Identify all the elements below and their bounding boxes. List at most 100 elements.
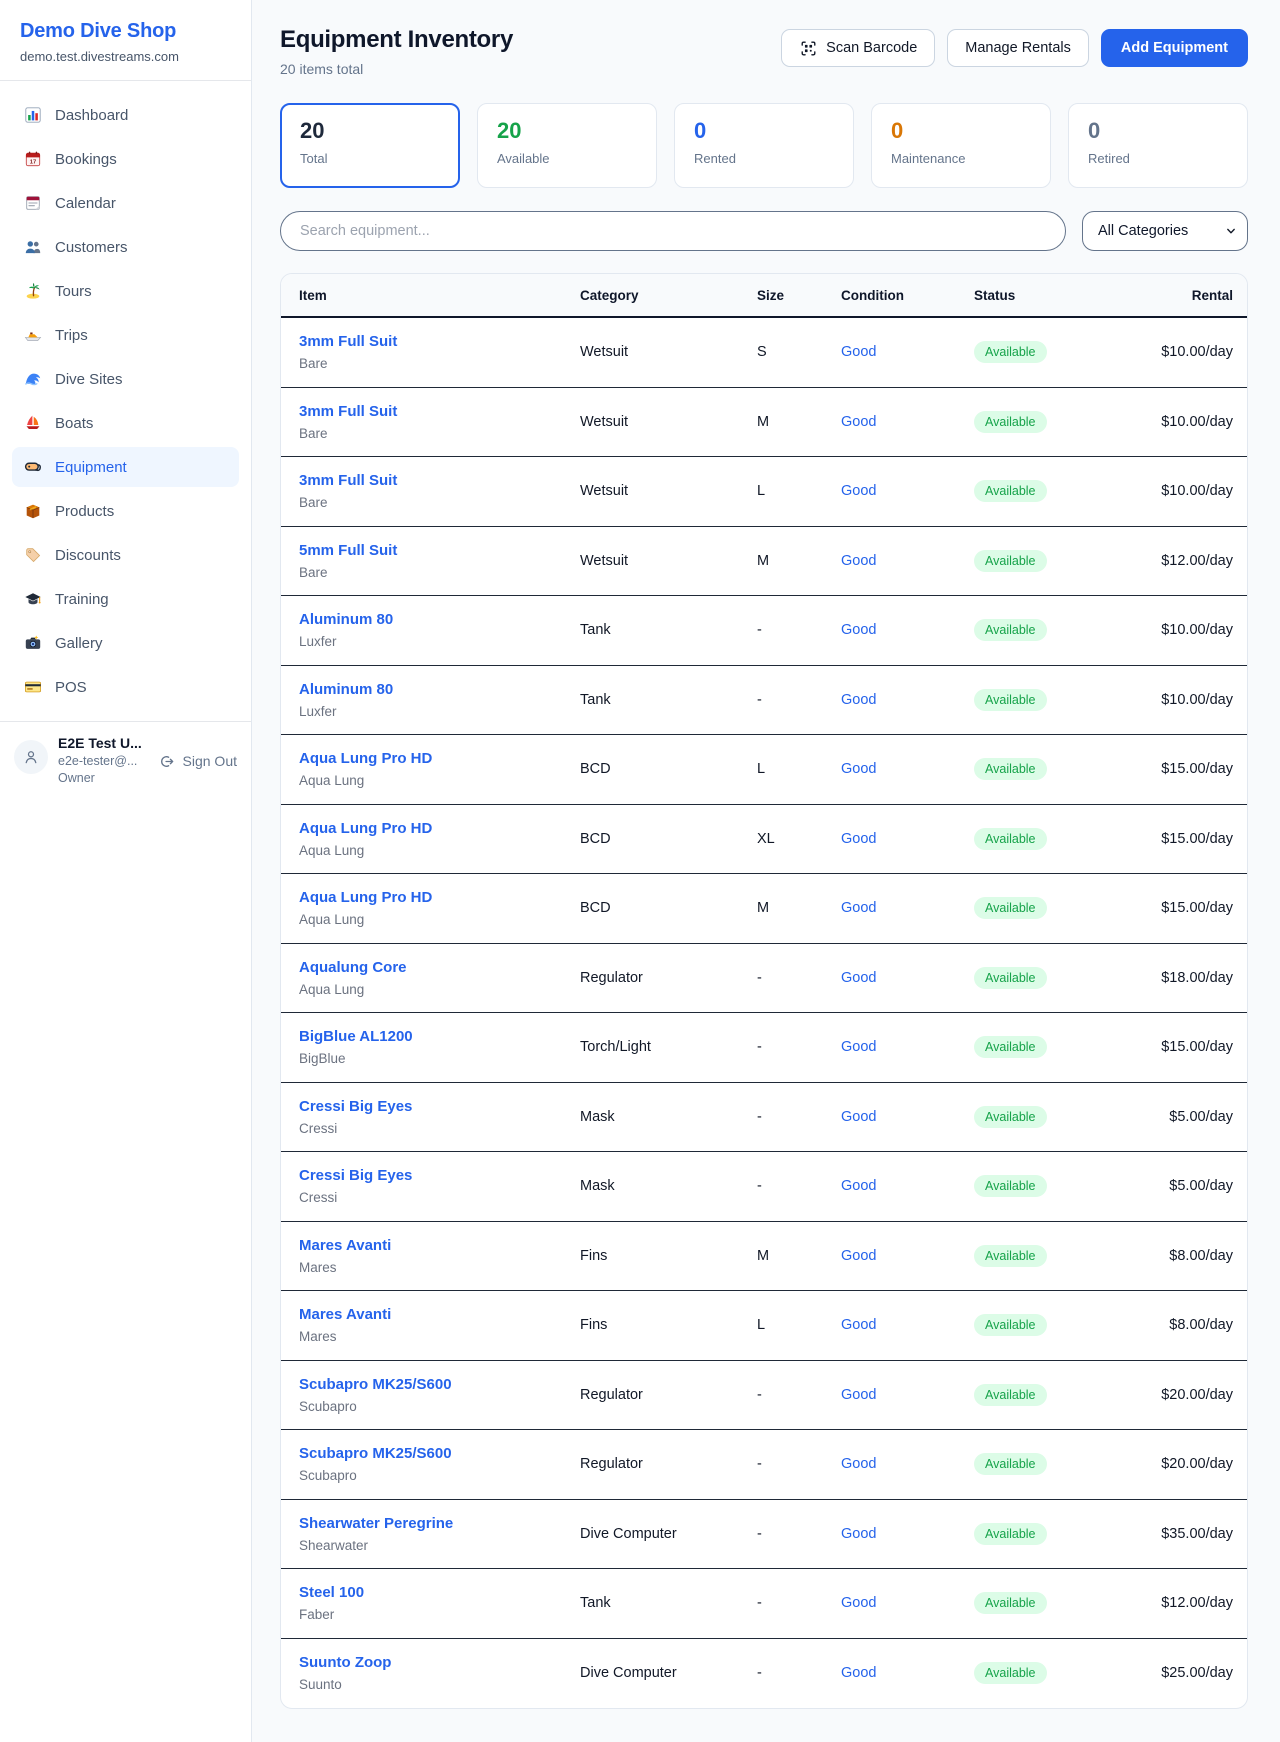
- scan-barcode-label: Scan Barcode: [826, 40, 917, 56]
- filter-row: All Categories: [280, 211, 1248, 251]
- condition-link[interactable]: Good: [841, 1595, 974, 1611]
- item-link[interactable]: Cressi Big Eyes: [299, 1167, 580, 1186]
- item-link[interactable]: Suunto Zoop: [299, 1654, 580, 1673]
- sidebar-item-training[interactable]: Training: [12, 579, 239, 619]
- item-brand: Shearwater: [299, 1538, 580, 1553]
- status-badge: Available: [974, 550, 1047, 572]
- size-cell: -: [757, 622, 841, 638]
- condition-link[interactable]: Good: [841, 553, 974, 569]
- sidebar-header: Demo Dive Shop demo.test.divestreams.com: [0, 0, 251, 81]
- item-link[interactable]: Aqua Lung Pro HD: [299, 820, 580, 839]
- condition-link[interactable]: Good: [841, 344, 974, 360]
- sidebar-item-boats[interactable]: Boats: [12, 403, 239, 443]
- size-cell: -: [757, 1595, 841, 1611]
- item-link[interactable]: Aqua Lung Pro HD: [299, 889, 580, 908]
- condition-link[interactable]: Good: [841, 692, 974, 708]
- condition-link[interactable]: Good: [841, 1456, 974, 1472]
- category-cell: BCD: [580, 761, 757, 777]
- rental-cell: $15.00/day: [1134, 761, 1233, 777]
- stat-card-total[interactable]: 20 Total: [280, 103, 460, 188]
- size-cell: -: [757, 692, 841, 708]
- condition-link[interactable]: Good: [841, 1039, 974, 1055]
- rental-cell: $15.00/day: [1134, 1039, 1233, 1055]
- sidebar-item-trips[interactable]: Trips: [12, 315, 239, 355]
- sidebar-item-gallery[interactable]: Gallery: [12, 623, 239, 663]
- sidebar-item-discounts[interactable]: Discounts: [12, 535, 239, 575]
- item-cell: Aluminum 80 Luxfer: [299, 681, 580, 719]
- category-cell: Tank: [580, 692, 757, 708]
- item-link[interactable]: Aluminum 80: [299, 681, 580, 700]
- item-link[interactable]: Shearwater Peregrine: [299, 1515, 580, 1534]
- sidebar-item-customers[interactable]: Customers: [12, 227, 239, 267]
- stat-card-maintenance[interactable]: 0 Maintenance: [871, 103, 1051, 188]
- rental-cell: $35.00/day: [1134, 1526, 1233, 1542]
- condition-link[interactable]: Good: [841, 1665, 974, 1681]
- item-cell: 3mm Full Suit Bare: [299, 472, 580, 510]
- sidebar-item-calendar[interactable]: Calendar: [12, 183, 239, 223]
- rental-cell: $15.00/day: [1134, 831, 1233, 847]
- condition-link[interactable]: Good: [841, 1387, 974, 1403]
- stat-card-retired[interactable]: 0 Retired: [1068, 103, 1248, 188]
- status-badge: Available: [974, 897, 1047, 919]
- condition-link[interactable]: Good: [841, 622, 974, 638]
- status-cell: Available: [974, 1175, 1134, 1197]
- sidebar-item-dive-sites[interactable]: Dive Sites: [12, 359, 239, 399]
- sidebar-item-equipment[interactable]: Equipment: [12, 447, 239, 487]
- condition-link[interactable]: Good: [841, 761, 974, 777]
- item-link[interactable]: Aluminum 80: [299, 611, 580, 630]
- stat-card-rented[interactable]: 0 Rented: [674, 103, 854, 188]
- item-link[interactable]: Aqua Lung Pro HD: [299, 750, 580, 769]
- condition-link[interactable]: Good: [841, 1317, 974, 1333]
- equipment-table: Item Category Size Condition Status Rent…: [280, 273, 1248, 1709]
- item-link[interactable]: Mares Avanti: [299, 1306, 580, 1325]
- item-link[interactable]: Scubapro MK25/S600: [299, 1445, 580, 1464]
- item-link[interactable]: Cressi Big Eyes: [299, 1098, 580, 1117]
- item-cell: Aqua Lung Pro HD Aqua Lung: [299, 889, 580, 927]
- condition-link[interactable]: Good: [841, 1526, 974, 1542]
- sidebar-item-products[interactable]: Products: [12, 491, 239, 531]
- item-brand: Scubapro: [299, 1399, 580, 1414]
- sidebar-item-bookings[interactable]: 17 Bookings: [12, 139, 239, 179]
- item-link[interactable]: Scubapro MK25/S600: [299, 1376, 580, 1395]
- size-cell: S: [757, 344, 841, 360]
- sign-out-button[interactable]: Sign Out: [158, 752, 237, 770]
- stat-card-available[interactable]: 20 Available: [477, 103, 657, 188]
- item-link[interactable]: 3mm Full Suit: [299, 403, 580, 422]
- condition-link[interactable]: Good: [841, 831, 974, 847]
- brand-title[interactable]: Demo Dive Shop: [20, 20, 231, 43]
- status-cell: Available: [974, 828, 1134, 850]
- status-badge: Available: [974, 341, 1047, 363]
- condition-link[interactable]: Good: [841, 1248, 974, 1264]
- search-input[interactable]: [280, 211, 1066, 251]
- status-badge: Available: [974, 1453, 1047, 1475]
- rental-cell: $8.00/day: [1134, 1248, 1233, 1264]
- status-badge: Available: [974, 1662, 1047, 1684]
- sidebar-item-dashboard[interactable]: Dashboard: [12, 95, 239, 135]
- sidebar-item-pos[interactable]: POS: [12, 667, 239, 707]
- item-link[interactable]: BigBlue AL1200: [299, 1028, 580, 1047]
- category-select[interactable]: All Categories: [1082, 211, 1248, 251]
- condition-link[interactable]: Good: [841, 1109, 974, 1125]
- add-equipment-button[interactable]: Add Equipment: [1101, 29, 1248, 67]
- manage-rentals-button[interactable]: Manage Rentals: [947, 29, 1089, 67]
- sidebar-item-tours[interactable]: Tours: [12, 271, 239, 311]
- condition-link[interactable]: Good: [841, 414, 974, 430]
- item-link[interactable]: Aqualung Core: [299, 959, 580, 978]
- scan-barcode-button[interactable]: Scan Barcode: [781, 29, 935, 67]
- condition-link[interactable]: Good: [841, 900, 974, 916]
- item-link[interactable]: Steel 100: [299, 1584, 580, 1603]
- item-link[interactable]: 3mm Full Suit: [299, 472, 580, 491]
- item-cell: Scubapro MK25/S600 Scubapro: [299, 1376, 580, 1414]
- item-link[interactable]: 3mm Full Suit: [299, 333, 580, 352]
- size-cell: -: [757, 1039, 841, 1055]
- sidebar-item-label: Customers: [55, 239, 128, 256]
- condition-link[interactable]: Good: [841, 483, 974, 499]
- condition-link[interactable]: Good: [841, 970, 974, 986]
- item-link[interactable]: 5mm Full Suit: [299, 542, 580, 561]
- category-cell: Dive Computer: [580, 1665, 757, 1681]
- item-link[interactable]: Mares Avanti: [299, 1237, 580, 1256]
- condition-link[interactable]: Good: [841, 1178, 974, 1194]
- stat-label: Total: [300, 151, 440, 166]
- search-box: [280, 211, 1066, 251]
- table-row: 3mm Full Suit Bare Wetsuit M Good Availa…: [281, 388, 1247, 458]
